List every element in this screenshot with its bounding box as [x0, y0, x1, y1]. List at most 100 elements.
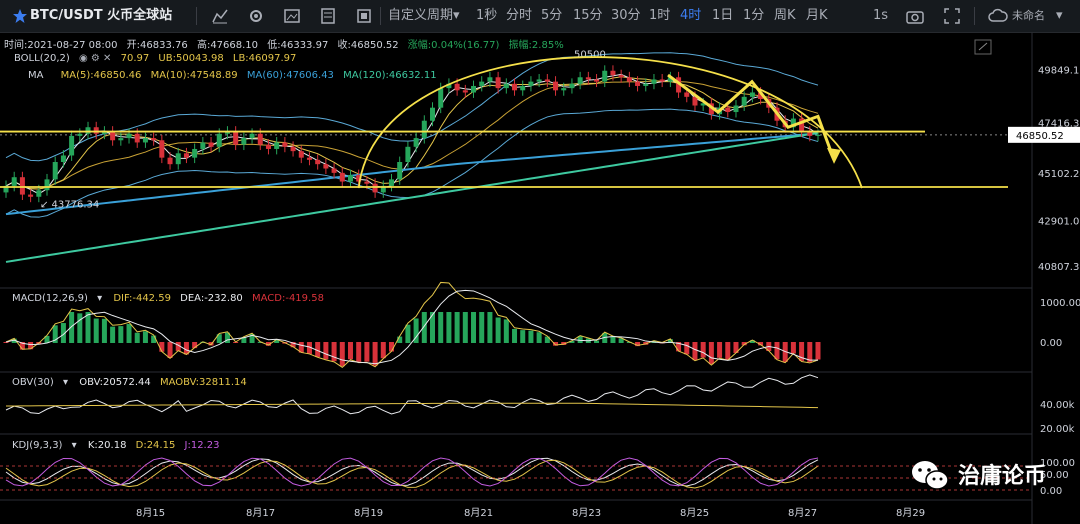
candle-body — [594, 79, 600, 82]
arrow-head-icon — [827, 147, 841, 164]
price-tick-label: 42901.05 — [1038, 217, 1080, 228]
obv-tick-label: 20.00k — [1040, 424, 1075, 435]
ma120-line — [5, 131, 819, 263]
period-month[interactable]: 月K — [806, 0, 828, 32]
ma5: MA(5):46850.46 — [60, 70, 142, 81]
layout-icon[interactable] — [320, 8, 336, 24]
macd-name[interactable]: MACD(12,26,9) — [12, 293, 88, 304]
candle-body — [36, 190, 42, 197]
chevron-down-icon[interactable]: ▾ — [1056, 0, 1063, 32]
star-icon[interactable] — [12, 8, 28, 24]
obv-name[interactable]: OBV(30) — [12, 377, 54, 388]
ma10-line — [5, 76, 819, 190]
interval-label[interactable]: 1s — [873, 0, 888, 32]
period-1m[interactable]: 1分 — [743, 0, 764, 32]
macd-histogram-bar — [725, 342, 731, 360]
macd-row: MACD(12,26,9) ▾ DIF:-442.59 DEA:-232.80 … — [12, 293, 330, 304]
fullscreen-icon[interactable] — [356, 8, 372, 24]
period-1s[interactable]: 1秒 — [476, 0, 497, 32]
candle-body — [134, 133, 140, 143]
period-1h[interactable]: 1时 — [649, 0, 670, 32]
gear-icon[interactable] — [248, 8, 264, 24]
info-amplitude: 振幅:2.85% — [508, 40, 564, 51]
candle-body — [635, 81, 641, 86]
period-30m[interactable]: 30分 — [611, 0, 641, 32]
candle-body — [479, 81, 485, 86]
period-timeshare[interactable]: 分时 — [506, 0, 532, 32]
candle-body — [52, 162, 58, 180]
ma60: MA(60):47606.43 — [246, 70, 334, 81]
candle-body — [626, 77, 632, 82]
period-5m[interactable]: 5分 — [541, 0, 562, 32]
custom-period-dropdown[interactable]: 自定义周期 — [388, 0, 453, 32]
candle-body — [430, 107, 436, 121]
chevron-down-icon[interactable]: ▾ — [63, 377, 68, 388]
ma-name[interactable]: MA — [28, 70, 43, 81]
candle-body — [651, 79, 657, 84]
candle-body — [306, 157, 312, 160]
info-change: 涨幅:0.04%(16.77) — [407, 40, 500, 51]
info-high: 高:47668.10 — [196, 40, 259, 51]
period-1d[interactable]: 1日 — [712, 0, 733, 32]
macd-histogram-bar — [700, 342, 706, 358]
candle-body — [331, 168, 337, 173]
candle-body — [413, 138, 419, 147]
period-4h[interactable]: 4时 — [680, 0, 701, 32]
candle-body — [438, 88, 444, 108]
candle-body — [118, 138, 124, 141]
macd-histogram-bar — [323, 342, 329, 360]
macd-histogram-bar — [528, 330, 534, 343]
obv-tick-label: 40.00k — [1040, 400, 1075, 411]
x-axis-tick-label: 8月23 — [572, 507, 601, 519]
theme-name[interactable]: 未命名 — [1012, 0, 1045, 32]
macd-histogram-bar — [512, 328, 518, 343]
boll-row: BOLL(20,2) ◉ ⚙ ✕ 70.97 UB:50043.98 LB:46… — [14, 53, 302, 64]
macd-histogram-bar — [364, 342, 370, 362]
chevron-down-icon[interactable]: ▾ — [453, 0, 460, 32]
candle-body — [684, 92, 690, 97]
candle-body — [388, 179, 394, 186]
candle-body — [749, 92, 755, 97]
macd-histogram-bar — [3, 342, 9, 343]
candle-body — [216, 133, 222, 147]
macd-histogram-bar — [815, 342, 821, 360]
candle-body — [577, 77, 583, 84]
period-15m[interactable]: 15分 — [573, 0, 603, 32]
cloud-icon[interactable] — [988, 8, 1008, 24]
candle-body — [544, 79, 550, 82]
candle-body — [257, 133, 263, 145]
macd-histogram-bar — [93, 318, 99, 343]
candle-body — [69, 135, 75, 156]
ma120: MA(120):46632.11 — [343, 70, 437, 81]
image-icon[interactable] — [284, 8, 300, 24]
eye-icon[interactable]: ◉ ⚙ ✕ — [79, 53, 111, 64]
candle-body — [208, 142, 214, 147]
chevron-down-icon[interactable]: ▾ — [72, 440, 77, 451]
chevron-down-icon[interactable]: ▾ — [97, 293, 102, 304]
fullscreen-expand-icon[interactable] — [944, 8, 960, 24]
candle-body — [659, 79, 665, 82]
macd-histogram-bar — [503, 319, 509, 343]
candle-body — [60, 155, 66, 162]
candle-body — [28, 194, 34, 197]
watermark-text: 治庸论币 — [957, 464, 1046, 489]
candle-body — [643, 83, 649, 86]
period-week[interactable]: 周K — [774, 0, 796, 32]
kdj-name[interactable]: KDJ(9,3,3) — [12, 440, 62, 451]
macd-histogram-bar — [774, 342, 780, 360]
symbol-title[interactable]: BTC/USDT 火币全球站 — [30, 0, 172, 32]
kdj-j-line — [5, 457, 819, 487]
candle-body — [725, 107, 731, 113]
macd-histogram-bar — [85, 312, 91, 343]
macd-histogram-bar — [77, 313, 83, 343]
boll-lb: LB:46097.97 — [232, 53, 297, 64]
macd-histogram-bar — [495, 317, 501, 343]
indicator-icon[interactable] — [212, 8, 228, 24]
camera-icon[interactable] — [906, 8, 924, 24]
candle-body — [602, 70, 608, 82]
wechat-logo-icon — [910, 458, 950, 494]
boll-ub: UB:50043.98 — [158, 53, 224, 64]
macd-histogram-bar — [69, 312, 75, 343]
boll-name[interactable]: BOLL(20,2) — [14, 53, 70, 64]
info-close: 收:46850.52 — [337, 40, 399, 51]
